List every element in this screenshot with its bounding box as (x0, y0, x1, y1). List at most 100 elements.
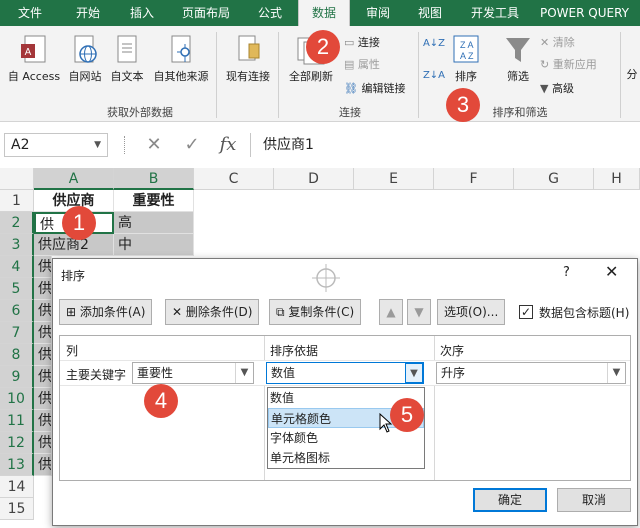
close-icon[interactable]: ✕ (605, 262, 618, 281)
column-header-e[interactable]: E (354, 168, 434, 190)
tab-formulas[interactable]: 公式 (246, 0, 294, 26)
tab-view[interactable]: 视图 (406, 0, 454, 26)
tab-file[interactable]: 文件 (0, 0, 60, 26)
move-up-button[interactable]: ▲ (379, 299, 403, 325)
row-header-8[interactable]: 8 (0, 344, 34, 366)
refresh-all-label: 全部刷新 (289, 70, 333, 83)
chevron-down-icon[interactable]: ▼ (607, 363, 625, 383)
column-header-b[interactable]: B (114, 168, 194, 190)
chevron-down-icon[interactable]: ▼ (235, 363, 253, 383)
tab-review[interactable]: 审阅 (354, 0, 402, 26)
chevron-down-icon[interactable]: ▼ (94, 134, 101, 156)
row-header-4[interactable]: 4 (0, 256, 34, 278)
column-header-g[interactable]: G (514, 168, 594, 190)
row-header-15[interactable]: 15 (0, 498, 34, 520)
from-other-sources-button[interactable]: 自其他来源 (148, 34, 214, 84)
existing-connections-button[interactable]: 现有连接 (220, 34, 276, 84)
select-all-corner[interactable] (0, 168, 34, 190)
tab-power-query[interactable]: POWER QUERY (540, 0, 640, 26)
cell-a10[interactable]: 供 (34, 388, 52, 410)
column-header-c[interactable]: C (194, 168, 274, 190)
option-cell-icon[interactable]: 单元格图标 (268, 448, 424, 468)
options-button[interactable]: 选项(O)... (437, 299, 506, 325)
row-header-1[interactable]: 1 (0, 190, 34, 212)
cell-a11[interactable]: 供 (34, 410, 52, 432)
has-headers-checkbox[interactable]: ✓ (519, 305, 533, 319)
cell-b2[interactable]: 高 (114, 212, 194, 234)
from-other-sources-label: 自其他来源 (153, 70, 209, 83)
cancel-entry-icon[interactable]: ✕ (142, 133, 166, 157)
order-header: 次序 (440, 344, 465, 358)
sort-ascending-button[interactable]: A↓Z (422, 36, 446, 49)
from-text-label: 自文本 (110, 70, 144, 83)
split-button-cut[interactable]: 分 (624, 66, 640, 82)
ok-button[interactable]: 确定 (473, 488, 547, 512)
cell-a6[interactable]: 供 (34, 300, 52, 322)
copy-level-button[interactable]: ⧉ 复制条件(C) (269, 299, 362, 325)
tab-page-layout[interactable]: 页面布局 (172, 0, 240, 26)
edit-links-button[interactable]: ⛓ 编辑链接 (344, 80, 405, 96)
get-external-data-group-label: 获取外部数据 (107, 106, 173, 119)
tab-insert[interactable]: 插入 (118, 0, 166, 26)
cell-a8[interactable]: 供 (34, 344, 52, 366)
row-header-11[interactable]: 11 (0, 410, 34, 432)
name-box[interactable]: A2 ▼ (4, 133, 108, 157)
sort-za-icon: Z↓A (422, 70, 446, 81)
cancel-button[interactable]: 取消 (557, 488, 631, 512)
insert-function-icon[interactable]: fx (216, 133, 240, 157)
sort-column-select[interactable]: 重要性 ▼ (132, 362, 254, 384)
sort-label: 排序 (455, 70, 477, 83)
copy-icon: ⧉ (276, 305, 289, 319)
from-web-button[interactable]: 自网站 (62, 34, 108, 84)
formula-input[interactable]: 供应商1 (250, 133, 640, 157)
cell-a9[interactable]: 供 (34, 366, 52, 388)
divider (264, 336, 265, 480)
row-header-9[interactable]: 9 (0, 366, 34, 388)
row-header-12[interactable]: 12 (0, 432, 34, 454)
cell-a13[interactable]: 供 (34, 454, 52, 476)
confirm-entry-icon[interactable]: ✓ (180, 133, 204, 157)
cell-b1[interactable]: 重要性 (114, 190, 194, 212)
row-header-5[interactable]: 5 (0, 278, 34, 300)
cell-a5[interactable]: 供 (34, 278, 52, 300)
row-header-7[interactable]: 7 (0, 322, 34, 344)
connections-button[interactable]: ▭ 连接 (344, 34, 380, 50)
cell-a7[interactable]: 供 (34, 322, 52, 344)
name-box-value: A2 (11, 137, 30, 153)
sort-on-header: 排序依据 (270, 344, 319, 358)
add-level-button[interactable]: ⊞ 添加条件(A) (59, 299, 153, 325)
cell-a4[interactable]: 供 (34, 256, 52, 278)
move-down-button[interactable]: ▼ (407, 299, 431, 325)
row-header-10[interactable]: 10 (0, 388, 34, 410)
cell-b3[interactable]: 中 (114, 234, 194, 256)
column-header-f[interactable]: F (434, 168, 514, 190)
reapply-label: 重新应用 (552, 58, 597, 71)
from-access-button[interactable]: A 自 Access (4, 34, 64, 84)
row-header-3[interactable]: 3 (0, 234, 34, 256)
properties-icon: ▤ (344, 58, 358, 71)
help-icon[interactable]: ? (563, 265, 570, 280)
column-header-h[interactable]: H (594, 168, 640, 190)
connections-icon: ▭ (344, 36, 358, 49)
row-header-13[interactable]: 13 (0, 454, 34, 476)
chevron-down-icon[interactable]: ▼ (405, 363, 423, 383)
advanced-filter-button[interactable]: ▼ 高级 (540, 80, 574, 96)
tab-home[interactable]: 开始 (64, 0, 112, 26)
from-text-button[interactable]: 自文本 (106, 34, 148, 84)
delete-level-button[interactable]: ✕ 删除条件(D) (165, 299, 260, 325)
row-header-2[interactable]: 2 (0, 212, 34, 234)
clear-filter-label: 清除 (552, 36, 575, 49)
tab-developer[interactable]: 开发工具 (460, 0, 530, 26)
column-header-d[interactable]: D (274, 168, 354, 190)
column-header-a[interactable]: A (34, 168, 114, 190)
row-header-14[interactable]: 14 (0, 476, 34, 498)
step-badge-2: 2 (306, 30, 340, 64)
sort-descending-button[interactable]: Z↓A (422, 68, 446, 81)
tab-data[interactable]: 数据 (298, 0, 350, 26)
cell-a12[interactable]: 供 (34, 432, 52, 454)
sort-button[interactable]: Z AA Z 排序 (448, 34, 484, 84)
row-header-6[interactable]: 6 (0, 300, 34, 322)
sort-on-select[interactable]: 数值 ▼ (266, 362, 424, 384)
order-select[interactable]: 升序 ▼ (436, 362, 626, 384)
filter-button[interactable]: 筛选 (498, 34, 538, 84)
